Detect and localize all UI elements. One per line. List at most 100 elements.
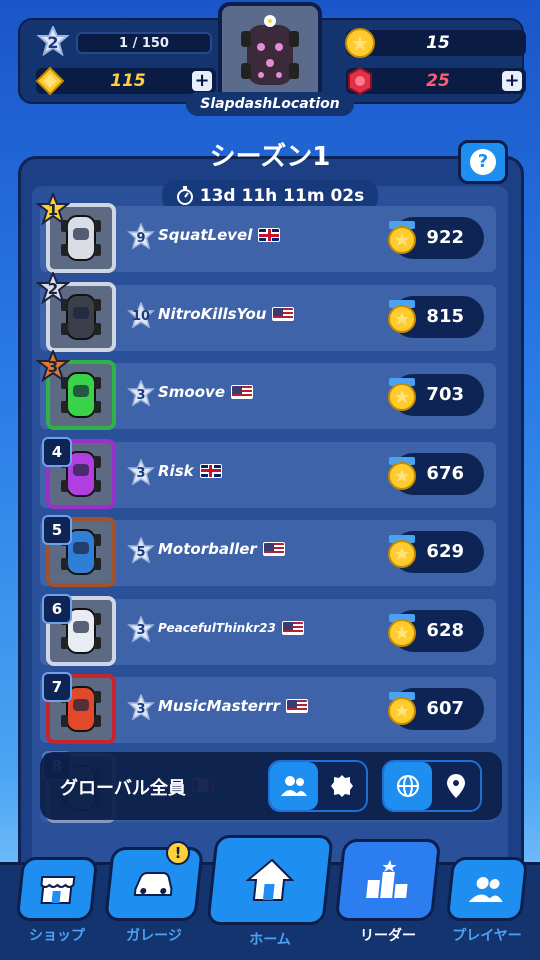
location-pin-icon bbox=[447, 774, 465, 798]
level-star: 5 bbox=[126, 537, 156, 567]
club-option[interactable] bbox=[318, 762, 366, 810]
tab-shop[interactable]: ショップ bbox=[12, 857, 102, 945]
leaderboard-row[interactable]: 2 10 NitroKillsYou 815 bbox=[36, 271, 496, 352]
car-avatar: 6 bbox=[42, 593, 116, 666]
region-scope-toggle[interactable] bbox=[382, 760, 482, 812]
rank-number: 4 bbox=[42, 436, 72, 467]
coin-icon bbox=[388, 299, 416, 333]
level-star: 9 bbox=[126, 223, 156, 253]
score-value: 703 bbox=[426, 384, 464, 405]
level-star: 3 bbox=[126, 615, 156, 646]
tab-home[interactable]: ホーム bbox=[206, 835, 334, 949]
player-level: 2 bbox=[47, 32, 59, 52]
coin-icon bbox=[388, 378, 416, 411]
podium-icon bbox=[366, 860, 408, 898]
car-avatar: 5 bbox=[42, 515, 116, 587]
player-name-cell: SquatLevel bbox=[158, 226, 281, 244]
rank-number: 5 bbox=[42, 515, 72, 545]
flag-us-icon bbox=[231, 385, 253, 399]
tokens-counter: 25 + bbox=[344, 65, 526, 97]
tab-home-label: ホーム bbox=[249, 932, 291, 948]
token-icon bbox=[344, 65, 376, 97]
timer-text: 13d 11h 11m 02s bbox=[199, 186, 365, 206]
car-icon bbox=[133, 872, 173, 896]
tab-leader[interactable]: リーダー bbox=[334, 839, 442, 945]
player-level: 3 bbox=[136, 387, 146, 403]
level-star: 3 bbox=[126, 458, 156, 489]
leaderboard-row[interactable]: 5 5 Motorballer 629 bbox=[40, 515, 496, 587]
badge-icon bbox=[331, 775, 353, 797]
gems-counter: 115 + bbox=[35, 66, 216, 96]
help-button[interactable]: ? bbox=[458, 140, 508, 184]
add-tokens-button[interactable]: + bbox=[502, 71, 522, 91]
coin-icon bbox=[388, 456, 416, 490]
score-value: 629 bbox=[426, 541, 464, 562]
players-icon bbox=[468, 877, 503, 902]
player-name: MusicMasterrr bbox=[158, 697, 281, 715]
level-star: 3 bbox=[126, 694, 156, 724]
tokens-value: 25 bbox=[426, 71, 450, 91]
player-level: 10 bbox=[131, 309, 151, 324]
rank-number: 1 bbox=[47, 201, 59, 219]
player-name-cell: Risk bbox=[158, 462, 222, 480]
player-level: 3 bbox=[136, 701, 146, 717]
leaderboard-row[interactable]: 6 3 PeacefulThinkr23 628 bbox=[40, 593, 496, 666]
player-name: SquatLevel bbox=[158, 226, 253, 244]
gems-value: 115 bbox=[110, 71, 146, 91]
car-avatar: 3 bbox=[36, 350, 116, 430]
xp-progress-bar: 1 / 150 bbox=[76, 32, 212, 54]
score-value: 815 bbox=[426, 305, 464, 327]
rank-star-badge: 1 bbox=[36, 193, 70, 227]
question-icon: ? bbox=[470, 149, 496, 175]
add-gems-button[interactable]: + bbox=[192, 71, 212, 91]
score-pill: 629 bbox=[388, 531, 484, 573]
player-name: SlapdashLocation bbox=[186, 92, 354, 116]
player-name-cell: PeacefulThinkr23 bbox=[158, 620, 304, 635]
score-pill: 676 bbox=[388, 452, 484, 495]
people-icon bbox=[281, 776, 307, 796]
player-name: Risk bbox=[158, 461, 194, 480]
leaderboard-row[interactable]: 7 3 MusicMasterrr 607 bbox=[40, 672, 496, 744]
leaderboard-row[interactable]: 1 9 SquatLevel 922 bbox=[36, 193, 496, 273]
tab-garage[interactable]: ! ガレージ bbox=[104, 841, 204, 945]
score-value: 628 bbox=[426, 619, 464, 641]
player-name: PeacefulThinkr23 bbox=[158, 620, 276, 635]
coins-counter: 15 bbox=[344, 27, 526, 59]
globe-icon bbox=[397, 775, 419, 797]
player-name: Motorballer bbox=[158, 540, 257, 558]
global-option[interactable] bbox=[384, 762, 432, 810]
all-players-option[interactable] bbox=[270, 762, 318, 810]
player-level: 3 bbox=[136, 466, 146, 481]
player-scope-toggle[interactable] bbox=[268, 760, 368, 812]
player-level: 5 bbox=[136, 544, 146, 560]
tab-player-label: プレイヤー bbox=[452, 928, 522, 944]
tab-garage-label: ガレージ bbox=[126, 928, 182, 944]
leaderboard-row[interactable]: 3 3 Smoove 703 bbox=[36, 350, 496, 430]
car-avatar: 2 bbox=[36, 271, 116, 352]
tab-leader-label: リーダー bbox=[360, 928, 416, 944]
leaderboard-filter-bar: グローバル全員 bbox=[40, 752, 502, 820]
car-avatar: 7 bbox=[42, 672, 116, 744]
rank-number: 7 bbox=[42, 672, 72, 702]
leaderboard-row[interactable]: 4 3 Risk 676 bbox=[40, 436, 496, 509]
player-car-avatar[interactable] bbox=[218, 2, 322, 104]
level-star-icon: 2 bbox=[36, 26, 70, 58]
coin-icon bbox=[388, 535, 416, 568]
flag-uk-icon bbox=[199, 463, 222, 478]
rank-number: 3 bbox=[47, 358, 59, 376]
tab-shop-label: ショップ bbox=[29, 928, 85, 944]
garage-alert-badge: ! bbox=[166, 841, 190, 865]
coin-icon bbox=[344, 27, 376, 59]
flag-us-icon bbox=[286, 699, 309, 713]
tab-player[interactable]: プレイヤー bbox=[444, 857, 530, 945]
player-name-cell: MusicMasterrr bbox=[158, 697, 309, 715]
player-level: 3 bbox=[136, 623, 146, 638]
xp-row: 2 1 / 150 bbox=[36, 26, 216, 57]
score-pill: 703 bbox=[388, 374, 484, 416]
player-name-cell: NitroKillsYou bbox=[158, 305, 295, 323]
filter-label: グローバル全員 bbox=[60, 778, 186, 799]
local-option[interactable] bbox=[432, 762, 480, 810]
coin-icon bbox=[388, 692, 416, 725]
home-icon bbox=[245, 858, 295, 901]
level-star: 3 bbox=[126, 380, 156, 410]
